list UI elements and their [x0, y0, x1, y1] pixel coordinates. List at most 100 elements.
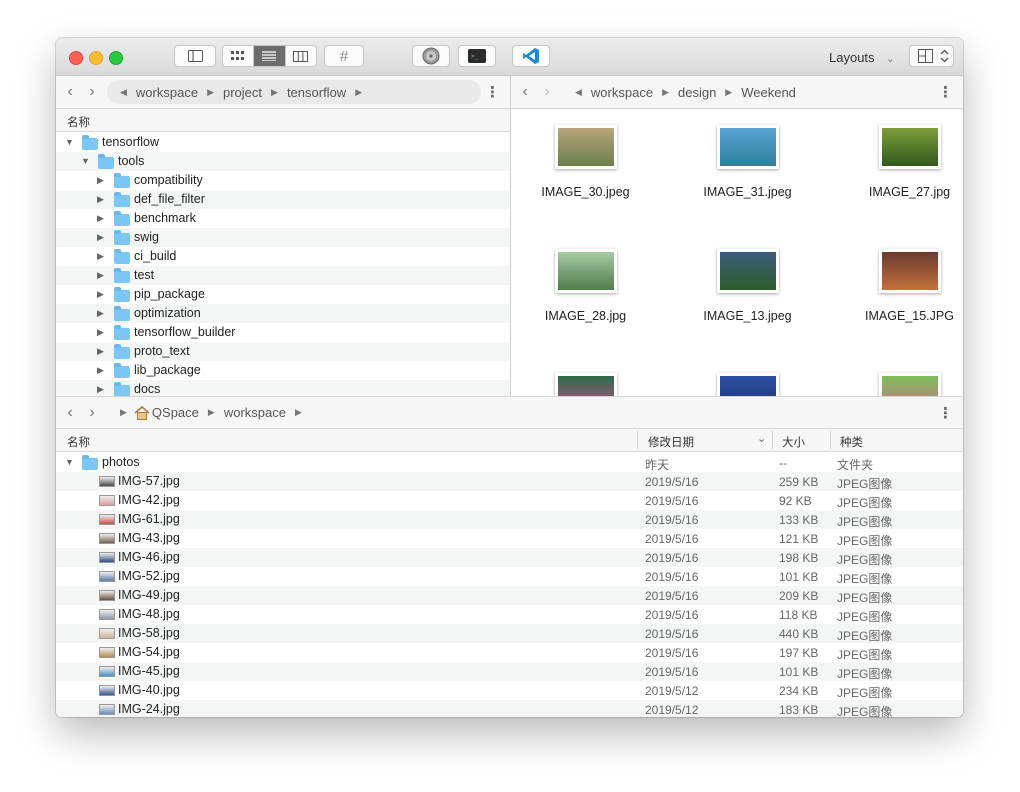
file-row[interactable]: IMG-43.jpg 2019/5/16 121 KB JPEG图像 — [56, 529, 963, 548]
disclosure-collapsed-icon[interactable]: ▶ — [97, 327, 104, 338]
breadcrumb-weekend[interactable]: Weekend — [741, 85, 796, 100]
date-column-header[interactable]: 修改日期 — [648, 434, 694, 450]
minimize-window-button[interactable] — [89, 51, 103, 65]
disk-utility-button[interactable] — [412, 45, 450, 67]
icon-view-button[interactable] — [223, 46, 254, 66]
breadcrumb-project[interactable]: project — [223, 85, 262, 100]
disclosure-collapsed-icon[interactable]: ▶ — [97, 308, 104, 319]
tree-row[interactable]: ▶ test — [56, 266, 510, 285]
kind-column-header[interactable]: 种类 — [840, 434, 863, 450]
image-file-icon-item[interactable]: IMAGE_13.jpeg — [665, 249, 830, 323]
toggle-sidebar-button[interactable] — [174, 45, 216, 67]
layouts-menu[interactable]: Layouts ⌄ — [829, 50, 895, 65]
finder-window: # >_ Layouts ⌄ ‹ › ◀ workspace ▶ project… — [56, 38, 963, 717]
tree-row[interactable]: ▶ docs — [56, 380, 510, 396]
terminal-button[interactable]: >_ — [458, 45, 496, 67]
vscode-button[interactable] — [512, 45, 550, 67]
file-row[interactable]: IMG-40.jpg 2019/5/12 234 KB JPEG图像 — [56, 681, 963, 700]
disclosure-expanded-icon[interactable]: ▼ — [65, 137, 74, 147]
tree-row[interactable]: ▶ pip_package — [56, 285, 510, 304]
tree-row[interactable]: ▶ def_file_filter — [56, 190, 510, 209]
path-back-icon[interactable]: ◀ — [120, 87, 127, 98]
breadcrumb-design[interactable]: design — [678, 85, 716, 100]
disclosure-collapsed-icon[interactable]: ▶ — [97, 251, 104, 262]
tree-row[interactable]: ▶ tensorflow_builder — [56, 323, 510, 342]
breadcrumb-workspace[interactable]: workspace — [591, 85, 653, 100]
disclosure-collapsed-icon[interactable]: ▶ — [97, 384, 104, 395]
tree-row[interactable]: ▶ optimization — [56, 304, 510, 323]
file-row[interactable]: IMG-46.jpg 2019/5/16 198 KB JPEG图像 — [56, 548, 963, 567]
file-row[interactable]: IMG-52.jpg 2019/5/16 101 KB JPEG图像 — [56, 567, 963, 586]
file-row[interactable]: IMG-58.jpg 2019/5/16 440 KB JPEG图像 — [56, 624, 963, 643]
breadcrumb-workspace[interactable]: workspace — [224, 405, 286, 420]
file-row[interactable]: IMG-48.jpg 2019/5/16 118 KB JPEG图像 — [56, 605, 963, 624]
image-file-icon-item[interactable]: IMAGE_15.JPG — [827, 249, 963, 323]
top-right-path-bar: ‹ › ◀ workspace ▶ design ▶ Weekend ⋮ — [511, 76, 963, 109]
disclosure-collapsed-icon[interactable]: ▶ — [97, 213, 104, 224]
file-row[interactable]: IMG-61.jpg 2019/5/16 133 KB JPEG图像 — [56, 510, 963, 529]
disclosure-collapsed-icon[interactable]: ▶ — [97, 270, 104, 281]
disclosure-collapsed-icon[interactable]: ▶ — [97, 289, 104, 300]
file-row[interactable]: IMG-45.jpg 2019/5/16 101 KB JPEG图像 — [56, 662, 963, 681]
disclosure-collapsed-icon[interactable]: ▶ — [97, 232, 104, 243]
tree-row[interactable]: ▶ swig — [56, 228, 510, 247]
disclosure-expanded-icon[interactable]: ▼ — [65, 457, 74, 467]
tags-button[interactable]: # — [324, 45, 364, 67]
file-name: IMG-54.jpg — [118, 645, 180, 659]
tree-row[interactable]: ▼ tensorflow — [56, 133, 510, 152]
tree-row[interactable]: ▶ proto_text — [56, 342, 510, 361]
tree-row[interactable]: ▶ ci_build — [56, 247, 510, 266]
image-file-icon-item[interactable] — [511, 373, 668, 396]
folder-icon — [114, 230, 130, 245]
file-row[interactable]: IMG-24.jpg 2019/5/12 183 KB JPEG图像 — [56, 700, 963, 717]
layout-picker-button[interactable] — [909, 45, 954, 67]
image-file-icon-item[interactable] — [827, 373, 963, 396]
name-column-header[interactable]: 名称 — [67, 434, 90, 450]
path-back-icon[interactable]: ◀ — [575, 87, 582, 98]
size-column-header[interactable]: 大小 — [782, 434, 805, 450]
disclosure-expanded-icon[interactable]: ▼ — [81, 156, 90, 166]
tree-row[interactable]: ▶ compatibility — [56, 171, 510, 190]
file-row[interactable]: IMG-54.jpg 2019/5/16 197 KB JPEG图像 — [56, 643, 963, 662]
disclosure-collapsed-icon[interactable]: ▶ — [97, 365, 104, 376]
more-options-icon[interactable]: ⋮ — [485, 83, 500, 101]
back-arrow-icon[interactable]: ‹ — [59, 83, 81, 101]
forward-arrow-icon[interactable]: › — [81, 83, 103, 101]
image-file-icon-item[interactable]: IMAGE_28.jpg — [511, 249, 668, 323]
forward-arrow-icon[interactable]: › — [81, 404, 103, 422]
updown-arrows-icon — [940, 49, 949, 63]
image-file-icon-item[interactable]: IMAGE_30.jpeg — [511, 125, 668, 199]
file-row[interactable]: IMG-57.jpg 2019/5/16 259 KB JPEG图像 — [56, 472, 963, 491]
breadcrumb-tensorflow[interactable]: tensorflow — [287, 85, 346, 100]
list-view-button[interactable] — [253, 46, 285, 66]
kind-cell: JPEG图像 — [837, 648, 893, 662]
folder-icon — [114, 192, 130, 207]
tree-row[interactable]: ▶ lib_package — [56, 361, 510, 380]
image-file-icon — [99, 590, 115, 601]
more-options-icon[interactable]: ⋮ — [938, 83, 953, 101]
tree-row[interactable]: ▶ benchmark — [56, 209, 510, 228]
column-view-button[interactable] — [284, 46, 316, 66]
image-file-icon — [99, 666, 115, 677]
image-file-icon-item[interactable]: IMAGE_31.jpeg — [665, 125, 830, 199]
image-file-icon-item[interactable]: IMAGE_27.jpg — [827, 125, 963, 199]
forward-arrow-icon[interactable]: › — [536, 83, 558, 101]
tree-row[interactable]: ▼ tools — [56, 152, 510, 171]
back-arrow-icon[interactable]: ‹ — [59, 404, 81, 422]
disclosure-collapsed-icon[interactable]: ▶ — [97, 175, 104, 186]
disclosure-collapsed-icon[interactable]: ▶ — [97, 194, 104, 205]
close-window-button[interactable] — [69, 51, 83, 65]
size-cell: 101 KB — [779, 665, 819, 679]
image-file-icon-item[interactable] — [665, 373, 830, 396]
back-arrow-icon[interactable]: ‹ — [514, 83, 536, 101]
date-cell: 2019/5/16 — [645, 494, 699, 508]
zoom-window-button[interactable] — [109, 51, 123, 65]
file-row[interactable]: IMG-49.jpg 2019/5/16 209 KB JPEG图像 — [56, 586, 963, 605]
file-row[interactable]: IMG-42.jpg 2019/5/16 92 KB JPEG图像 — [56, 491, 963, 510]
name-column-header[interactable]: 名称 — [67, 114, 90, 130]
disclosure-collapsed-icon[interactable]: ▶ — [97, 346, 104, 357]
folder-row[interactable]: ▼ photos 昨天 -- 文件夹 — [56, 453, 963, 472]
more-options-icon[interactable]: ⋮ — [938, 404, 953, 422]
breadcrumb-workspace[interactable]: workspace — [136, 85, 198, 100]
breadcrumb-qspace[interactable]: QSpace — [152, 405, 199, 420]
